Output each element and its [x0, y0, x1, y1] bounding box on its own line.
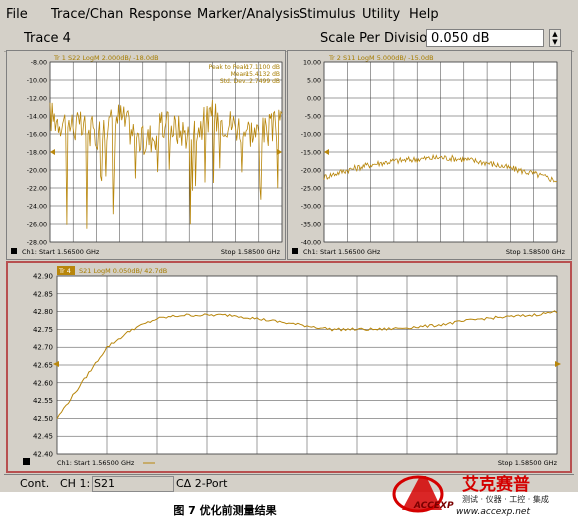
watermark-brand: 艾克赛普 — [462, 474, 530, 495]
trace2-yticks: 10.00 5.00 0.00 -5.00 -10.00 -15.00 -20.00 -25.… — [301, 60, 321, 247]
trace2-panel[interactable]: 10.00 5.00 0.00 -5.00 -10.00 -15.00 -20.00 -25.… — [287, 50, 572, 260]
accexp-watermark-logo: ACCEXP 艾克赛普 测试 · 仪器 · 工控 · 集成 www.accexp… — [392, 474, 549, 517]
trace2-channel-icon — [292, 248, 298, 254]
trace4-ytick-label: 42.55 — [33, 397, 53, 405]
trace2-ytick-label: -15.00 — [301, 150, 321, 157]
trace2-ytick-label: -40.00 — [301, 240, 321, 247]
spin-up-icon[interactable]: ▲ — [550, 30, 560, 38]
trace4-ytick-label: 42.75 — [33, 326, 53, 334]
trace1-ytick-label: -16.00 — [27, 132, 47, 139]
trace4-ytick-label: 42.80 — [33, 308, 53, 316]
status-calibration[interactable]: CΔ 2-Port — [176, 477, 227, 490]
trace4-ref-marker-right-icon — [555, 361, 561, 367]
trace4-ytick-label: 42.70 — [33, 344, 53, 352]
scale-label: Scale Per Division — [320, 31, 436, 46]
trace4-ytick-label: 42.45 — [33, 433, 53, 441]
trace4-ytick-label: 42.40 — [33, 451, 53, 459]
trace4-channel-icon — [23, 458, 30, 465]
trace1-stat-value-1: -15.4132 dB — [243, 71, 280, 78]
trace1-ytick-label: -18.00 — [27, 150, 47, 157]
trace1-ytick-label: -8.00 — [31, 60, 47, 67]
trace1-stat-value-2: 2.7499 dB — [249, 78, 280, 85]
watermark-url: www.accexp.net — [456, 507, 530, 517]
trace4-ytick-label: 42.85 — [33, 290, 53, 298]
menu-trace-chan[interactable]: Trace/Chan — [51, 7, 123, 22]
trace4-ytick-label: 42.65 — [33, 362, 53, 370]
trace2-ytick-label: -25.00 — [301, 186, 321, 193]
trace2-ytick-label: 5.00 — [307, 78, 321, 85]
trace1-ytick-label: -12.00 — [27, 96, 47, 103]
trace4-chart: 42.90 42.85 42.80 42.75 42.70 42.65 42.60 42.55… — [23, 266, 561, 467]
scale-spinner[interactable]: ▲ ▼ — [549, 29, 561, 47]
menu-marker-analysis[interactable]: Marker/Analysis — [197, 7, 300, 22]
trace2-header: Tr 2 S11 LogM 5.000dB/ -15.0dB — [328, 54, 434, 62]
vna-window: File Trace/Chan Response Marker/Analysis… — [0, 0, 578, 492]
watermark-tagline: 测试 · 仪器 · 工控 · 集成 — [462, 494, 549, 504]
trace1-chart: -8.00 -10.00 -12.00 -14.00 -16.00 -18.00 -20.0… — [11, 54, 283, 256]
trace2-ytick-label: -30.00 — [301, 204, 321, 211]
scale-value-input[interactable]: 0.050 dB — [426, 29, 544, 47]
trace1-stat-label-2: Std. Dev.: — [220, 78, 249, 85]
trace1-ytick-label: -28.00 — [27, 240, 47, 247]
status-channel[interactable]: CH 1: — [60, 477, 90, 490]
trace1-stat-value-0: 17.1100 dB — [245, 64, 280, 71]
menu-bar: File Trace/Chan Response Marker/Analysis… — [0, 4, 578, 26]
trace1-ytick-label: -22.00 — [27, 186, 47, 193]
trace2-stop-label: Stop 1.58500 GHz — [506, 248, 566, 256]
active-trace-name: Trace 4 — [24, 31, 71, 46]
trace1-header: Tr 1 S22 LogM 2.000dB/ -18.0dB — [53, 54, 159, 62]
trace1-yticks: -8.00 -10.00 -12.00 -14.00 -16.00 -18.00 -20.0… — [27, 60, 47, 247]
trace2-chart: 10.00 5.00 0.00 -5.00 -10.00 -15.00 -20.00 -25.… — [292, 54, 566, 256]
svg-text:ACCEXP: ACCEXP — [413, 501, 454, 511]
trace4-ytick-label: 42.50 — [33, 415, 53, 423]
spin-down-icon[interactable]: ▼ — [550, 38, 560, 46]
trace4-ytick-label: 42.60 — [33, 379, 53, 387]
menu-file[interactable]: File — [6, 7, 28, 22]
trace4-stop-label: Stop 1.58500 GHz — [498, 459, 558, 467]
trace1-ytick-label: -10.00 — [27, 78, 47, 85]
figure-caption: 图 7 优化前测量结果 — [173, 504, 277, 517]
trace1-channel-icon — [11, 248, 17, 254]
status-measurement[interactable]: S21 — [94, 477, 115, 490]
trace4-ytick-label: 42.90 — [33, 273, 53, 281]
trace4-header: S21 LogM 0.050dB/ 42.7dB — [79, 267, 167, 275]
menu-stimulus[interactable]: Stimulus — [299, 7, 356, 22]
entry-toolbar: Trace 4 Scale Per Division 0.050 dB ▲ ▼ — [4, 27, 574, 52]
menu-response[interactable]: Response — [129, 7, 191, 22]
status-mode[interactable]: Cont. — [20, 477, 49, 490]
trace2-ytick-label: -20.00 — [301, 168, 321, 175]
trace2-ytick-label: -10.00 — [301, 132, 321, 139]
trace2-ytick-label: -35.00 — [301, 222, 321, 229]
trace1-ytick-label: -26.00 — [27, 222, 47, 229]
trace4-header-label: Tr 4 — [58, 267, 71, 275]
trace1-start-label: Ch1: Start 1.56500 GHz — [22, 248, 100, 256]
trace1-ytick-label: -14.00 — [27, 114, 47, 121]
menu-utility[interactable]: Utility — [362, 7, 400, 22]
trace1-stop-label: Stop 1.58500 GHz — [221, 248, 281, 256]
trace2-ytick-label: -5.00 — [305, 114, 321, 121]
menu-help[interactable]: Help — [409, 7, 439, 22]
trace1-panel[interactable]: -8.00 -10.00 -12.00 -14.00 -16.00 -18.00 -20.0… — [6, 50, 286, 260]
trace4-yticks: 42.90 42.85 42.80 42.75 42.70 42.65 42.60 42.55… — [33, 273, 53, 459]
trace1-stat-label-0: Peak to Peak: — [209, 64, 249, 71]
trace2-ytick-label: 0.00 — [307, 96, 321, 103]
trace2-ytick-label: 10.00 — [303, 60, 321, 67]
trace1-ytick-label: -24.00 — [27, 204, 47, 211]
trace4-start-label: Ch1: Start 1.56500 GHz — [57, 459, 135, 467]
trace4-panel[interactable]: 42.90 42.85 42.80 42.75 42.70 42.65 42.60 42.55… — [6, 261, 572, 473]
trace2-start-label: Ch1: Start 1.56500 GHz — [303, 248, 381, 256]
trace4-ref-marker-icon — [53, 361, 59, 367]
trace1-ytick-label: -20.00 — [27, 168, 47, 175]
